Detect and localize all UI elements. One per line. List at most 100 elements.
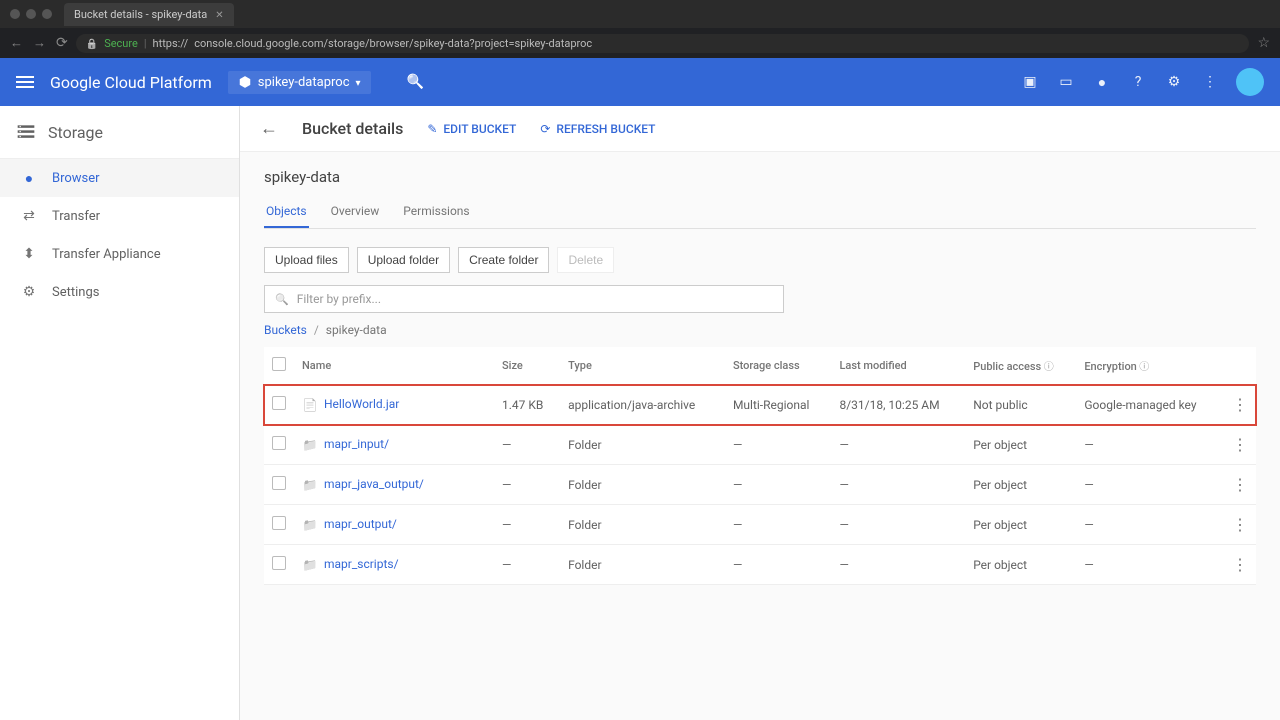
row-checkbox[interactable] bbox=[272, 556, 286, 570]
cell-public-access: Not public bbox=[965, 385, 1076, 425]
cell-type: application/java-archive bbox=[560, 385, 725, 425]
reload-icon[interactable] bbox=[56, 35, 68, 51]
filter-input[interactable]: Filter by prefix... bbox=[264, 285, 784, 313]
select-all-checkbox[interactable] bbox=[272, 357, 286, 371]
minimize-window-dot[interactable] bbox=[26, 9, 36, 19]
upload-folder-button[interactable]: Upload folder bbox=[357, 247, 450, 273]
close-window-dot[interactable] bbox=[10, 9, 20, 19]
secure-label: Secure bbox=[104, 37, 138, 50]
sidebar-item-transfer-appliance[interactable]: ⬍ Transfer Appliance bbox=[0, 235, 239, 273]
address-field[interactable]: Secure | https://console.cloud.google.co… bbox=[76, 34, 1250, 53]
col-storage-class[interactable]: Storage class bbox=[725, 347, 832, 385]
browser-tab-strip: Bucket details - spikey-data bbox=[0, 0, 1280, 28]
close-tab-icon[interactable] bbox=[215, 8, 223, 21]
window-controls[interactable] bbox=[10, 9, 52, 19]
cell-size: — bbox=[494, 465, 560, 505]
filter-search-icon bbox=[275, 292, 289, 306]
sidebar-item-browser[interactable]: ● Browser bbox=[0, 159, 239, 197]
bucket-tabs: Objects Overview Permissions bbox=[264, 196, 1256, 229]
folder-icon bbox=[302, 517, 318, 533]
cell-size: — bbox=[494, 505, 560, 545]
edit-bucket-button[interactable]: EDIT BUCKET bbox=[427, 122, 516, 136]
object-name-link[interactable]: mapr_output/ bbox=[324, 517, 397, 531]
cell-encryption: — bbox=[1076, 545, 1224, 585]
bookmark-star-icon[interactable] bbox=[1257, 35, 1270, 51]
more-vert-icon[interactable]: ⋮ bbox=[1200, 72, 1220, 92]
sidebar-item-label: Browser bbox=[52, 171, 100, 186]
col-name[interactable]: Name bbox=[294, 347, 494, 385]
row-checkbox[interactable] bbox=[272, 516, 286, 530]
back-icon[interactable]: ← bbox=[10, 35, 23, 51]
browser-nav-icon: ● bbox=[20, 169, 38, 187]
row-more-icon[interactable] bbox=[1232, 399, 1248, 413]
table-row[interactable]: mapr_scripts/—Folder——Per object— bbox=[264, 545, 1256, 585]
console-icon[interactable]: ▭ bbox=[1056, 72, 1076, 92]
sidebar: Storage ● Browser ⇄ Transfer ⬍ Transfer … bbox=[0, 106, 240, 720]
cell-last-modified: — bbox=[831, 505, 965, 545]
tab-objects[interactable]: Objects bbox=[264, 196, 309, 228]
global-search[interactable] bbox=[407, 74, 1004, 90]
row-more-icon[interactable] bbox=[1232, 519, 1248, 533]
row-checkbox[interactable] bbox=[272, 396, 286, 410]
table-row[interactable]: mapr_java_output/—Folder——Per object— bbox=[264, 465, 1256, 505]
object-name-link[interactable]: mapr_java_output/ bbox=[324, 477, 424, 491]
browser-tab[interactable]: Bucket details - spikey-data bbox=[64, 3, 234, 26]
project-selector[interactable]: spikey-dataproc bbox=[228, 71, 371, 94]
tab-title: Bucket details - spikey-data bbox=[74, 8, 207, 21]
breadcrumb: Buckets / spikey-data bbox=[264, 323, 1256, 337]
create-folder-button[interactable]: Create folder bbox=[458, 247, 549, 273]
cell-last-modified: — bbox=[831, 425, 965, 465]
row-checkbox[interactable] bbox=[272, 476, 286, 490]
table-row[interactable]: mapr_output/—Folder——Per object— bbox=[264, 505, 1256, 545]
table-row[interactable]: mapr_input/—Folder——Per object— bbox=[264, 425, 1256, 465]
col-last-modified[interactable]: Last modified bbox=[831, 347, 965, 385]
notifications-icon[interactable]: ● bbox=[1092, 72, 1112, 92]
object-name-link[interactable]: HelloWorld.jar bbox=[324, 397, 399, 411]
sidebar-item-label: Transfer bbox=[52, 209, 100, 224]
back-arrow-icon[interactable] bbox=[260, 118, 278, 139]
col-public-access[interactable]: Public access bbox=[965, 347, 1076, 385]
upload-files-button[interactable]: Upload files bbox=[264, 247, 349, 273]
row-more-icon[interactable] bbox=[1232, 439, 1248, 453]
cell-storage-class: — bbox=[725, 545, 832, 585]
tab-permissions[interactable]: Permissions bbox=[401, 196, 471, 228]
object-name-link[interactable]: mapr_input/ bbox=[324, 437, 389, 451]
forward-icon[interactable]: → bbox=[33, 35, 46, 51]
cell-public-access: Per object bbox=[965, 545, 1076, 585]
cloud-shell-icon[interactable]: ▣ bbox=[1020, 72, 1040, 92]
gcp-header: Google Cloud Platform spikey-dataproc ▣ … bbox=[0, 58, 1280, 106]
cell-encryption: — bbox=[1076, 425, 1224, 465]
appliance-nav-icon: ⬍ bbox=[20, 245, 38, 263]
cell-storage-class: — bbox=[725, 425, 832, 465]
refresh-bucket-button[interactable]: REFRESH BUCKET bbox=[540, 122, 655, 136]
sidebar-section-title: Storage bbox=[48, 123, 103, 142]
maximize-window-dot[interactable] bbox=[42, 9, 52, 19]
platform-title: Google Cloud Platform bbox=[50, 73, 212, 92]
help-icon[interactable]: ? bbox=[1128, 72, 1148, 92]
chevron-down-icon bbox=[356, 75, 361, 90]
object-name-link[interactable]: mapr_scripts/ bbox=[324, 557, 399, 571]
sidebar-item-settings[interactable]: ⚙ Settings bbox=[0, 273, 239, 311]
sidebar-item-label: Transfer Appliance bbox=[52, 247, 161, 262]
utilities-icon[interactable]: ⚙ bbox=[1164, 72, 1184, 92]
refresh-icon bbox=[540, 122, 550, 136]
col-type[interactable]: Type bbox=[560, 347, 725, 385]
row-more-icon[interactable] bbox=[1232, 479, 1248, 493]
row-checkbox[interactable] bbox=[272, 436, 286, 450]
table-row[interactable]: HelloWorld.jar 1.47 KBapplication/java-ar… bbox=[264, 385, 1256, 425]
sidebar-item-transfer[interactable]: ⇄ Transfer bbox=[0, 197, 239, 235]
col-size[interactable]: Size bbox=[494, 347, 560, 385]
cell-size: — bbox=[494, 545, 560, 585]
user-avatar[interactable] bbox=[1236, 68, 1264, 96]
tab-overview[interactable]: Overview bbox=[329, 196, 382, 228]
url-prefix: https:// bbox=[153, 37, 189, 50]
breadcrumb-root[interactable]: Buckets bbox=[264, 323, 307, 337]
search-icon bbox=[407, 75, 424, 90]
content-area: spikey-data Objects Overview Permissions… bbox=[240, 152, 1280, 601]
transfer-nav-icon: ⇄ bbox=[20, 207, 38, 225]
cell-type: Folder bbox=[560, 425, 725, 465]
row-more-icon[interactable] bbox=[1232, 559, 1248, 573]
hamburger-menu-icon[interactable] bbox=[16, 76, 34, 88]
col-encryption[interactable]: Encryption bbox=[1076, 347, 1224, 385]
cell-size: 1.47 KB bbox=[494, 385, 560, 425]
